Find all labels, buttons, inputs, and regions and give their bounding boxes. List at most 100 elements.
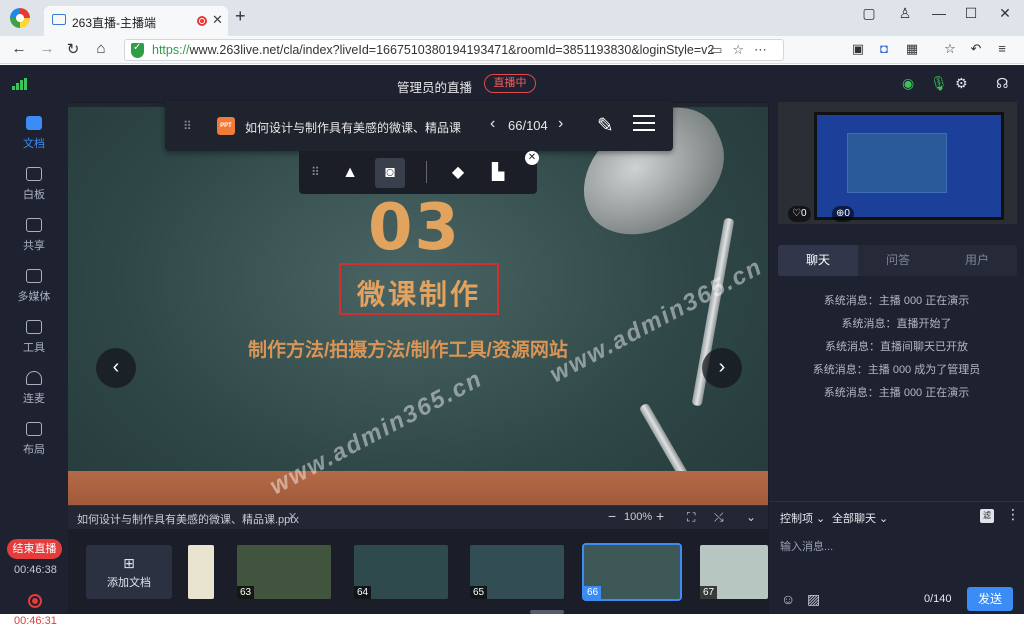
shirt-icon[interactable]: ♙ [894,5,916,22]
camera-preview[interactable]: ♡0 ⊕0 [778,102,1017,224]
zoom-level: 100% [624,511,653,523]
record-duration: 00:46:31 [14,615,57,627]
url-field[interactable]: https://www.263live.net/cla/index?liveId… [124,39,784,61]
tab-qa[interactable]: 问答 [858,245,938,276]
url-actions[interactable]: ▭☆⋯ [710,42,777,58]
thumbnail-page-63[interactable]: 63 [237,545,331,599]
microphone-icon[interactable]: 🎙 [930,75,948,92]
drag-handle-icon[interactable]: ⠿ [183,119,192,133]
sidebar-item-whiteboard[interactable]: 白板 [0,163,68,211]
send-button[interactable]: 发送 [967,587,1013,611]
apps-grid-icon[interactable]: ▦ [904,41,920,57]
url-text: https://www.263live.net/cla/index?liveId… [152,43,715,57]
zoom-in-icon[interactable]: + [656,508,664,524]
page-indicator: 66/104 [508,118,548,133]
room-title: 管理员的直播 [397,81,473,95]
emoji-icon[interactable]: ☺ [781,591,795,607]
marker-icon[interactable]: ▲ [335,158,365,188]
page-list-icon[interactable] [633,114,655,132]
thumbnail-partial[interactable] [188,545,214,599]
record-button[interactable] [28,594,42,608]
thumbnail-page-65[interactable]: 65 [470,545,564,599]
image-icon[interactable]: ▨ [807,591,820,608]
gift-counter: ⊕0 [832,206,854,222]
ppt-file-icon: PPT [217,117,235,135]
file-name: 如何设计与制作具有美感的微课、精品课.pptx [77,514,299,526]
reader-icon[interactable]: ▣ [850,41,866,57]
reload-icon[interactable]: ↻ [64,40,82,58]
next-slide-button[interactable]: › [702,348,742,388]
system-message: 系统消息：主播 000 正在演示 [823,295,970,307]
browser-titlebar: 263直播-主播端 ✕ + ▢ ♙ — ☐ ✕ [0,0,1024,36]
extension-shield-icon[interactable]: ◘ [876,41,892,56]
right-panel: ♡0 ⊕0 聊天 问答 用户 系统消息：主播 000 正在演示 系统消息：直播开… [769,102,1024,614]
folder-icon [26,116,42,130]
whiteboard-icon [26,167,42,181]
address-toolbar: ← → ↻ ⌂ https://www.263live.net/cla/inde… [0,36,1024,64]
slide-subtitle: 制作方法/拍摄方法/制作工具/资源网站 [248,340,568,361]
close-file-icon[interactable]: ✕ [288,510,297,523]
browser-logo-icon [10,8,30,28]
thumbnail-page-64[interactable]: 64 [354,545,448,599]
headset-support-icon[interactable]: ☊ [996,75,1008,92]
add-document-button[interactable]: ⊞ 添加文档 [86,545,172,599]
forward-icon[interactable]: → [38,40,56,57]
end-live-button[interactable]: 结束直播 [7,539,62,559]
close-drawing-toolbar-icon[interactable]: ✕ [525,151,539,165]
fit-screen-icon[interactable]: ⛶ [687,510,695,525]
browser-tab[interactable]: 263直播-主播端 ✕ [44,6,228,36]
prev-page-icon[interactable]: ‹ [490,115,495,133]
pencil-icon[interactable]: ✎ [597,113,614,138]
menu-icon[interactable]: ≡ [994,41,1010,56]
thumbnail-page-67[interactable]: 67 [700,545,768,599]
drag-handle-icon[interactable]: ⠿ [311,165,320,179]
control-dropdown[interactable]: 控制项 ⌄ [780,510,825,526]
new-tab-button[interactable]: + [235,6,246,27]
sidebar-item-documents[interactable]: 文档 [0,112,68,160]
sidebar-item-co-host[interactable]: 连麦 [0,367,68,415]
system-message: 系统消息：直播间聊天已开放 [825,341,968,353]
slide-section-number: 03 [368,191,462,265]
system-message: 系统消息：主播 000 成为了管理员 [812,364,981,376]
chat-controls: 控制项 ⌄ 全部聊天 ⌄ 滤 ⋮ [769,501,1024,529]
collapse-icon[interactable]: ⌄ [746,510,756,524]
close-window-button[interactable]: ✕ [994,5,1016,22]
system-message: 系统消息：直播开始了 [841,318,952,330]
sync-off-icon[interactable]: ⤯ [714,510,724,525]
sidebar-item-share[interactable]: 共享 [0,214,68,262]
home-icon[interactable]: ⌂ [92,40,110,57]
tab-count-icon[interactable]: ▢ [858,5,880,22]
clear-brush-icon[interactable]: ▙ [483,158,513,188]
settings-gear-icon[interactable]: ⚙ [955,75,968,92]
camera-status-icon[interactable]: ◉ [902,75,914,92]
char-count: 0/140 [924,593,952,605]
minimize-button[interactable]: — [928,5,950,21]
tab-users[interactable]: 用户 [937,245,1017,276]
thumbnail-scrollbar[interactable] [530,610,564,614]
camera-feed [814,112,1004,220]
sidebar-item-layout[interactable]: 布局 [0,418,68,466]
undo-icon[interactable]: ↶ [968,41,984,57]
prev-slide-button[interactable]: ‹ [96,348,136,388]
tab-chat[interactable]: 聊天 [778,245,858,276]
chat-scope-dropdown[interactable]: 全部聊天 ⌄ [832,510,888,526]
filter-badge[interactable]: 滤 [980,509,994,523]
recording-icon [197,16,207,26]
maximize-button[interactable]: ☐ [960,5,982,22]
tab-close-icon[interactable]: ✕ [212,12,223,28]
document-toolbar: ⠿ PPT 如何设计与制作具有美感的微课、精品课 ‹ 66/104 › ✎ [165,101,673,151]
zoom-out-icon[interactable]: − [608,508,616,524]
next-page-icon[interactable]: › [558,115,563,133]
sidebar-item-media[interactable]: 多媒体 [0,265,68,313]
sidebar-item-tools[interactable]: 工具 [0,316,68,364]
back-icon[interactable]: ← [10,40,28,57]
app-header: 管理员的直播 直播中 ◉ 🎙 ⚙ ☊ [0,65,1024,102]
thumbnail-page-66[interactable]: 66 [582,543,682,601]
favorites-icon[interactable]: ☆ [942,41,958,57]
shape-tool-icon[interactable]: ◙ [375,158,405,188]
eraser-icon[interactable]: ◆ [443,158,473,188]
more-options-icon[interactable]: ⋮ [1006,506,1020,523]
cloud-icon [52,14,66,25]
media-play-icon [26,269,42,283]
chat-input[interactable]: 输入消息... [780,538,833,554]
